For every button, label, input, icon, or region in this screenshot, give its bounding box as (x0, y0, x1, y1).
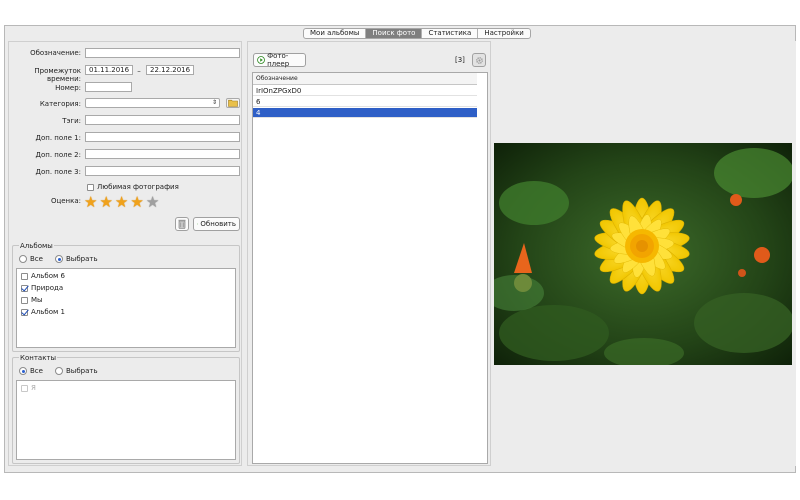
albums-group: Альбомы Все Выбрать Альбом 6 Природа Мы (12, 242, 240, 352)
contacts-group: Контакты Все Выбрать Я (12, 354, 240, 464)
date-to-input[interactable]: 22.12.2016 (146, 65, 194, 75)
list-item: Я (21, 384, 36, 392)
album-checkbox[interactable] (21, 284, 28, 292)
results-table: Обозначение IrIOnZPGxD0 6 4 (252, 72, 488, 464)
list-item[interactable]: Природа (21, 284, 63, 292)
preview-pane (492, 41, 796, 466)
results-count: [3] (455, 56, 465, 64)
tab-photo-search[interactable]: Поиск фото (366, 29, 423, 38)
designation-input[interactable] (85, 48, 240, 58)
contacts-title: Контакты (19, 354, 58, 362)
tags-label: Тэги: (62, 117, 81, 125)
album-label: Альбом 6 (31, 272, 65, 280)
favorite-label: Любимая фотография (97, 183, 179, 191)
album-checkbox[interactable] (21, 308, 28, 316)
list-item[interactable]: Альбом 6 (21, 272, 65, 280)
photo-player-button[interactable]: Фото-плеер (253, 52, 306, 68)
photo-player-label: Фото-плеер (267, 52, 290, 68)
tags-input[interactable] (85, 115, 240, 125)
star-icon-3[interactable]: ★ (115, 195, 128, 210)
album-label: Природа (31, 284, 64, 292)
table-row[interactable]: 4 (253, 108, 477, 118)
contacts-radio-choose[interactable] (55, 367, 63, 375)
albums-radio-all-row[interactable]: Все (19, 255, 43, 263)
star-icon-2[interactable]: ★ (99, 195, 112, 210)
refresh-button[interactable]: Обновить (193, 217, 240, 231)
trash-icon (178, 219, 186, 229)
contacts-radio-all-row[interactable]: Все (19, 367, 43, 375)
table-row[interactable]: 6 (253, 97, 477, 107)
albums-radio-choose-label: Выбрать (66, 255, 98, 263)
rating-label: Оценка: (50, 197, 81, 205)
albums-radio-all[interactable] (19, 255, 27, 263)
albums-list: Альбом 6 Природа Мы Альбом 1 (16, 268, 236, 348)
search-filters-pane: Обозначение: Промежуток времени: 01.11.2… (8, 41, 242, 466)
photo-preview[interactable] (494, 143, 792, 365)
extra-field-3-input[interactable] (85, 166, 240, 176)
date-separator: – (137, 67, 141, 75)
play-icon (257, 56, 265, 64)
extra-field-1-label: Доп. поле 1: (35, 134, 81, 142)
album-label: Альбом 1 (31, 308, 65, 316)
category-label: Категория: (39, 100, 81, 108)
time-range-label: Промежуток времени: (34, 67, 81, 83)
contacts-radio-choose-label: Выбрать (66, 367, 98, 375)
clear-button[interactable] (175, 217, 189, 231)
number-label: Номер: (55, 84, 81, 92)
contact-label: Я (31, 384, 36, 392)
contacts-radio-all[interactable] (19, 367, 27, 375)
folder-icon (228, 99, 238, 107)
tab-my-albums[interactable]: Мои альбомы (304, 29, 367, 38)
results-pane: Фото-плеер [3] Обозначение IrIOnZPGxD0 6… (247, 41, 491, 466)
tab-bar: Мои альбомы Поиск фото Статистика Настро… (303, 28, 531, 39)
albums-radio-all-label: Все (30, 255, 43, 263)
updown-arrows-icon: ⇕ (211, 99, 217, 106)
designation-label: Обозначение: (30, 49, 81, 57)
refresh-icon (197, 223, 199, 225)
rating-stars[interactable]: ★ ★ ★ ★ ★ (84, 195, 159, 210)
extra-field-2-input[interactable] (85, 149, 240, 159)
date-from-input[interactable]: 01.11.2016 (85, 65, 133, 75)
extra-field-3-label: Доп. поле 3: (35, 168, 81, 176)
number-input[interactable] (85, 82, 132, 92)
list-item[interactable]: Мы (21, 296, 43, 304)
albums-title: Альбомы (19, 242, 54, 250)
settings-button[interactable] (472, 53, 486, 67)
extra-field-2-label: Доп. поле 2: (35, 151, 81, 159)
contact-checkbox (21, 384, 28, 392)
table-row[interactable]: IrIOnZPGxD0 (253, 86, 477, 96)
extra-field-1-input[interactable] (85, 132, 240, 142)
column-header-designation[interactable]: Обозначение (253, 73, 477, 85)
contacts-list: Я (16, 380, 236, 460)
star-icon-5[interactable]: ★ (146, 195, 159, 210)
tab-settings[interactable]: Настройки (478, 29, 530, 38)
favorite-checkbox[interactable] (87, 183, 94, 191)
list-item[interactable]: Альбом 1 (21, 308, 65, 316)
albums-radio-choose-row[interactable]: Выбрать (55, 255, 98, 263)
album-label: Мы (31, 296, 43, 304)
albums-radio-choose[interactable] (55, 255, 63, 263)
favorite-row: Любимая фотография (87, 183, 179, 191)
star-icon-1[interactable]: ★ (84, 195, 97, 210)
album-checkbox[interactable] (21, 296, 28, 304)
gear-icon (475, 56, 483, 64)
category-select[interactable]: ⇕ (85, 98, 220, 108)
refresh-label: Обновить (200, 220, 236, 228)
contacts-radio-choose-row[interactable]: Выбрать (55, 367, 98, 375)
contacts-radio-all-label: Все (30, 367, 43, 375)
star-icon-4[interactable]: ★ (130, 195, 143, 210)
album-checkbox[interactable] (21, 272, 28, 280)
tab-statistics[interactable]: Статистика (422, 29, 479, 38)
category-folder-button[interactable] (226, 98, 240, 108)
